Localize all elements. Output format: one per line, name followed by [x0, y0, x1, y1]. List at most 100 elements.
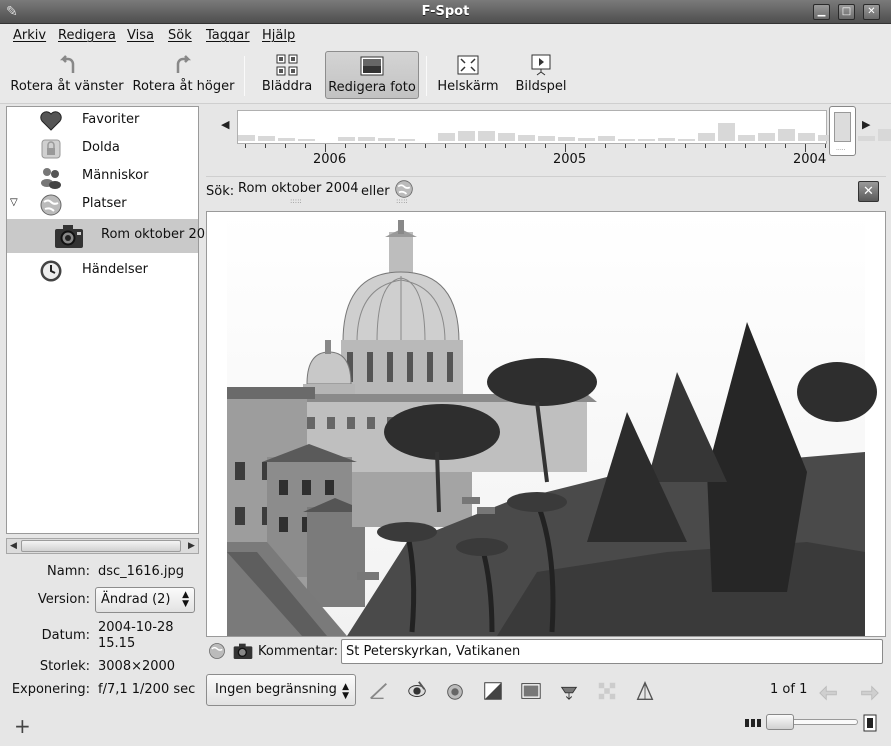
soft-focus-icon[interactable]: [596, 680, 618, 702]
menu-hjalp[interactable]: Hjälp: [262, 28, 295, 43]
menu-arkiv[interactable]: Arkiv: [13, 28, 46, 43]
page-counter: 1 of 1: [770, 682, 808, 697]
timeline-tick: [565, 144, 566, 152]
browse-button[interactable]: Bläddra: [259, 51, 315, 99]
timeline-handle[interactable]: ·····: [829, 106, 856, 156]
sepia-icon[interactable]: [520, 680, 542, 702]
menu-taggar[interactable]: Taggar: [206, 28, 250, 43]
timeline-tick: [485, 144, 486, 148]
sidebar-item-handelser[interactable]: Händelser: [7, 257, 198, 285]
previous-arrow-icon[interactable]: [818, 682, 840, 704]
timeline-bar: [758, 133, 775, 141]
timeline-tick: [245, 144, 246, 148]
timeline-tick: [445, 144, 446, 148]
tilt-icon[interactable]: [634, 680, 656, 702]
menu-visa[interactable]: Visa: [127, 28, 154, 43]
auto-enhance-icon[interactable]: [558, 680, 580, 702]
clear-search-button[interactable]: ✕: [858, 181, 879, 202]
date-value: 2004-10-28: [98, 620, 174, 635]
menu-redigera[interactable]: Redigera: [58, 28, 116, 43]
close-button[interactable]: ✕: [863, 4, 880, 20]
edit-toolbar: Ingen begränsning ▲ ▼ 1 of 1: [206, 674, 891, 708]
timeline-bar: [478, 131, 495, 141]
timeline-bar: [678, 139, 695, 141]
photo-view[interactable]: [206, 211, 886, 637]
timeline-tick: [625, 144, 626, 148]
timeline-bar: [538, 136, 555, 141]
timeline-tick: [265, 144, 266, 148]
fullscreen-button[interactable]: Helskärm: [436, 51, 500, 99]
fullscreen-icon: [457, 55, 479, 75]
timeline-tick: [465, 144, 466, 148]
timeline-bar: [458, 131, 475, 141]
sidebar-item-platser[interactable]: ▽ Platser: [7, 191, 198, 219]
timeline-bar: [558, 137, 575, 141]
rotate-right-button[interactable]: Rotera åt höger: [131, 51, 236, 99]
menu-sok[interactable]: Sök: [168, 28, 192, 43]
heart-icon: [40, 111, 62, 131]
timeline-tick: [825, 144, 826, 148]
globe-icon: [40, 194, 62, 216]
red-eye-icon[interactable]: [406, 680, 428, 702]
timeline-tick: [805, 144, 806, 152]
maximize-button[interactable]: □: [838, 4, 855, 20]
camera-icon: [55, 225, 83, 248]
scrollbar-thumb[interactable]: [21, 540, 181, 552]
edit-photo-button[interactable]: Redigera foto: [325, 51, 419, 99]
timeline-bar: [718, 123, 735, 141]
timeline-bar: [578, 138, 595, 141]
add-icon[interactable]: +: [14, 714, 31, 738]
timeline-bar: [738, 135, 755, 141]
timeline-bar: [698, 133, 715, 141]
timeline-bar: [238, 135, 255, 141]
timeline-tick: [305, 144, 306, 148]
timeline-bar: [638, 139, 655, 141]
timeline-year-2004: 2004: [793, 152, 827, 167]
constraint-select[interactable]: Ingen begränsning ▲ ▼: [206, 674, 356, 706]
timeline-tick: [705, 144, 706, 148]
timeline-left-arrow-icon[interactable]: ◀: [221, 118, 229, 131]
sidebar-item-manniskor[interactable]: Människor: [7, 163, 198, 191]
timeline-bar: [338, 137, 355, 141]
version-select[interactable]: Ändrad (2) ▲ ▼: [95, 587, 195, 613]
timeline-tick: [325, 144, 326, 152]
time-value: 15.15: [98, 636, 136, 651]
comment-input[interactable]: St Peterskyrkan, Vatikanen: [341, 639, 883, 664]
sidebar-item-dolda[interactable]: Dolda: [7, 135, 198, 163]
tag-tree: Favoriter Dolda Människor ▽ Platser Rom …: [6, 106, 205, 534]
slideshow-icon: [531, 54, 551, 76]
zoom-in-icon[interactable]: [862, 714, 878, 732]
timeline-histogram[interactable]: [237, 110, 891, 144]
next-arrow-icon[interactable]: [858, 682, 880, 704]
scroll-right-arrow-icon[interactable]: ▶: [185, 539, 198, 553]
lock-icon: [41, 139, 61, 159]
spin-arrows-icon: ▲ ▼: [342, 682, 349, 701]
timeline-bar: [878, 129, 891, 141]
minimize-button[interactable]: ▁: [813, 4, 830, 20]
timeline-tick: [765, 144, 766, 148]
straighten-icon[interactable]: [368, 680, 390, 702]
timeline-right-arrow-icon[interactable]: ▶: [862, 118, 870, 131]
timeline-tick: [385, 144, 386, 148]
timeline-bar: [798, 133, 815, 141]
search-term[interactable]: Rom oktober 2004: [238, 181, 359, 196]
rotate-left-button[interactable]: Rotera åt vänster: [8, 51, 126, 99]
zoom-out-icon[interactable]: [744, 716, 762, 730]
color-adjust-icon[interactable]: [482, 680, 504, 702]
expander-icon[interactable]: ▽: [10, 197, 18, 208]
timeline-tick: [745, 144, 746, 148]
timeline-bar: [598, 136, 615, 141]
sidebar-item-favoriter[interactable]: Favoriter: [7, 107, 198, 135]
scroll-left-arrow-icon[interactable]: ◀: [7, 539, 20, 553]
globe-icon[interactable]: [394, 179, 414, 199]
timeline-year-2006: 2006: [313, 152, 347, 167]
photo-image: [227, 212, 877, 636]
browse-grid-icon: [276, 54, 298, 76]
desaturate-icon[interactable]: [444, 680, 466, 702]
sidebar-horizontal-scrollbar[interactable]: ◀ ▶: [6, 538, 199, 554]
people-icon: [41, 168, 61, 189]
zoom-slider-thumb[interactable]: [766, 714, 794, 730]
comment-row: Kommentar: St Peterskyrkan, Vatikanen: [206, 639, 886, 665]
slideshow-button[interactable]: Bildspel: [511, 51, 571, 99]
sidebar-item-rom-oktober[interactable]: Rom oktober 20: [7, 219, 205, 253]
